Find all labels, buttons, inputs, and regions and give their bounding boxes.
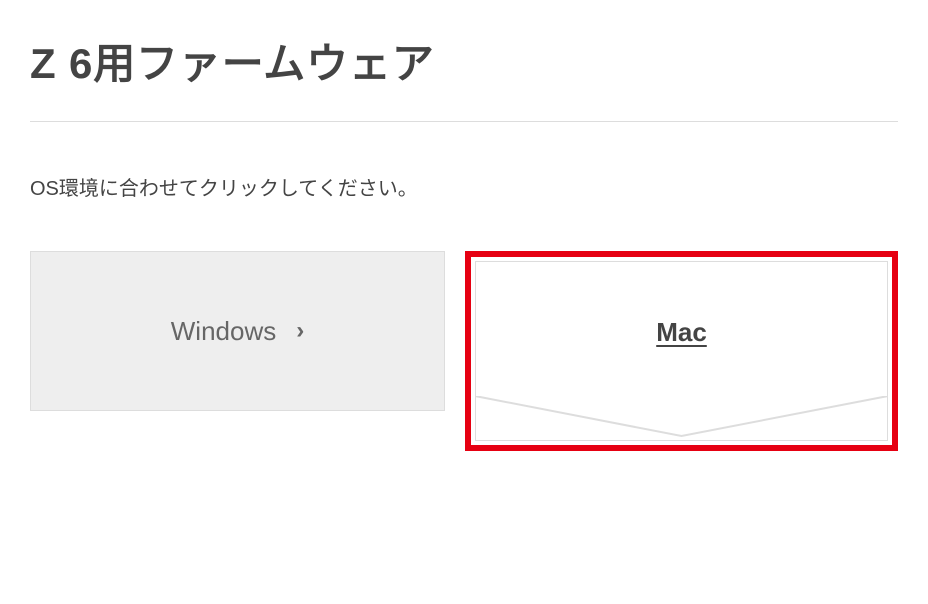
os-tabs-container: Windows › Mac bbox=[30, 251, 898, 451]
divider bbox=[30, 121, 898, 122]
tab-mac-label: Mac bbox=[656, 317, 707, 348]
chevron-right-icon: › bbox=[296, 317, 304, 345]
tab-mac[interactable]: Mac bbox=[475, 261, 888, 441]
page-title: Z 6用ファームウェア bbox=[30, 30, 898, 91]
tab-mac-highlight: Mac bbox=[465, 251, 898, 451]
tab-windows-label: Windows bbox=[171, 316, 276, 347]
chevron-down-icon bbox=[475, 396, 888, 441]
instruction-text: OS環境に合わせてクリックしてください。 bbox=[30, 172, 898, 201]
tab-windows[interactable]: Windows › bbox=[30, 251, 445, 411]
